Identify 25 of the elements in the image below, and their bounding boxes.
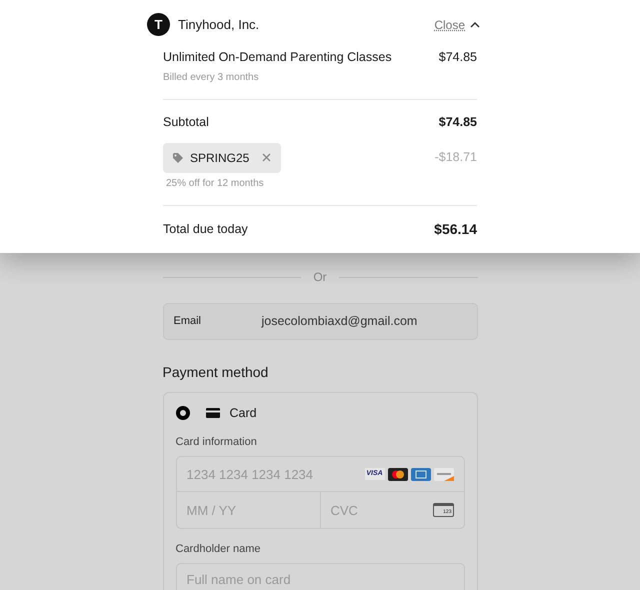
cardholder-name-field[interactable]: Full name on card: [176, 562, 464, 590]
radio-button[interactable]: [176, 406, 190, 420]
item-name: Unlimited On-Demand Parenting Classes: [163, 49, 392, 66]
item-price: $74.85: [438, 49, 477, 66]
close-button[interactable]: Close: [434, 16, 480, 34]
tag-icon: [173, 152, 183, 162]
email-field[interactable]: Email josecolombiaxd@gmail.com: [162, 303, 478, 340]
or-divider-label: Or: [313, 269, 327, 286]
card-icon: [206, 408, 220, 418]
payment-option-label: Card: [230, 405, 257, 422]
card-information-label: Card information: [176, 434, 258, 450]
payment-method-title: Payment method: [162, 363, 270, 382]
discount-value: -$18.71: [434, 149, 477, 166]
merchant-name: Tinyhood, Inc.: [178, 16, 260, 34]
subtotal-value: $74.85: [438, 114, 477, 131]
billing-note: Billed every 3 months: [163, 70, 260, 85]
merchant-logo: T: [147, 13, 170, 36]
promo-code: SPRING25: [190, 150, 250, 166]
subtotal-label: Subtotal: [163, 114, 209, 131]
remove-promo-icon[interactable]: [262, 153, 272, 162]
mastercard-logo: [388, 468, 408, 481]
total-label: Total due today: [163, 220, 248, 238]
cardholder-name-label: Cardholder name: [176, 542, 262, 558]
promo-note: 25% off for 12 months: [163, 172, 477, 206]
total-value: $56.14: [434, 220, 477, 238]
